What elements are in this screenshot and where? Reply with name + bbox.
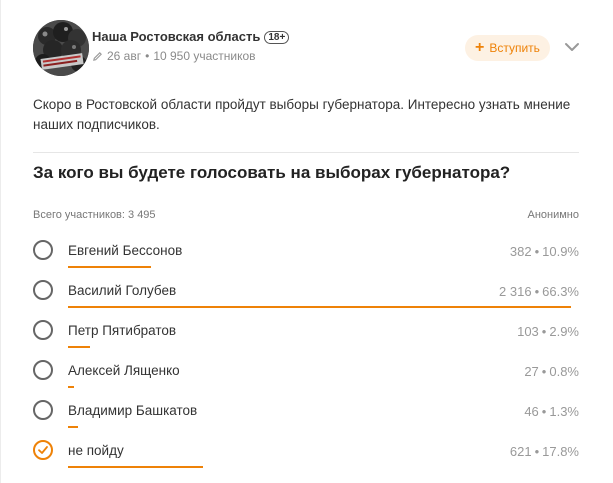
post-date: 26 авг bbox=[107, 49, 142, 63]
radio-button[interactable] bbox=[33, 320, 53, 340]
poll-option[interactable]: Василий Голубев 2 316 • 66.3% bbox=[33, 271, 593, 311]
result-separator: • bbox=[541, 404, 547, 419]
join-button[interactable]: + Вступить bbox=[465, 35, 550, 61]
poll-option-result: 621 • 17.8% bbox=[510, 444, 579, 459]
poll-option[interactable]: Петр Пятибратов 103 • 2.9% bbox=[33, 311, 593, 351]
poll-option[interactable]: Владимир Башкатов 46 • 1.3% bbox=[33, 391, 593, 431]
poll-option-result: 382 • 10.9% bbox=[510, 244, 579, 259]
poll-options: Евгений Бессонов 382 • 10.9% Василий Голубев… bbox=[33, 231, 593, 471]
result-separator: • bbox=[541, 324, 547, 339]
poll-option-result: 27 • 0.8% bbox=[524, 364, 579, 379]
radio-button[interactable] bbox=[33, 400, 53, 420]
result-separator: • bbox=[534, 444, 540, 459]
poll-question: За кого вы будете голосовать на выборах … bbox=[33, 163, 511, 182]
result-separator: • bbox=[541, 364, 547, 379]
radio-button[interactable] bbox=[33, 240, 53, 260]
checkmark-icon bbox=[38, 446, 48, 454]
poll-option-bar bbox=[68, 466, 203, 468]
poll-option-bar bbox=[68, 306, 571, 308]
poll-option-result: 103 • 2.9% bbox=[517, 324, 579, 339]
poll-option[interactable]: Евгений Бессонов 382 • 10.9% bbox=[33, 231, 593, 271]
poll-option[interactable]: Алексей Лященко 27 • 0.8% bbox=[33, 351, 593, 391]
post-meta: 26 авг • 10 950 участников bbox=[92, 49, 256, 63]
poll-option-percent: 0.8% bbox=[549, 364, 579, 379]
avatar-image bbox=[33, 20, 89, 76]
poll-option-label: Алексей Лященко bbox=[68, 363, 180, 378]
poll-option-votes: 27 bbox=[524, 364, 539, 379]
poll-total-participants: Всего участников: 3 495 bbox=[33, 209, 156, 221]
chevron-down-icon[interactable] bbox=[563, 38, 581, 56]
poll-option-percent: 66.3% bbox=[542, 284, 579, 299]
poll-option-votes: 2 316 bbox=[499, 284, 532, 299]
poll-option-label: не пойду bbox=[68, 443, 124, 458]
poll-option-percent: 10.9% bbox=[542, 244, 579, 259]
group-name[interactable]: Наша Ростовская область 18+ bbox=[92, 29, 290, 44]
group-avatar[interactable] bbox=[33, 20, 89, 76]
member-count: 10 950 участников bbox=[153, 49, 256, 63]
post-header: Наша Ростовская область 18+ 26 авг • 10 9… bbox=[33, 20, 593, 80]
plus-icon: + bbox=[475, 39, 485, 56]
group-name-text[interactable]: Наша Ростовская область bbox=[92, 29, 260, 44]
poll-option-percent: 2.9% bbox=[549, 324, 579, 339]
poll-option-label: Петр Пятибратов bbox=[68, 323, 177, 338]
poll-option-label: Евгений Бессонов bbox=[68, 243, 183, 258]
poll-option-label: Владимир Башкатов bbox=[68, 403, 198, 418]
poll-option-bar bbox=[68, 266, 151, 268]
post-card: Наша Ростовская область 18+ 26 авг • 10 9… bbox=[0, 0, 613, 483]
poll-option-result: 2 316 • 66.3% bbox=[499, 284, 579, 299]
result-separator: • bbox=[534, 244, 540, 259]
poll-option-percent: 17.8% bbox=[542, 444, 579, 459]
poll-option-result: 46 • 1.3% bbox=[524, 404, 579, 419]
radio-button[interactable] bbox=[33, 360, 53, 380]
poll-option-votes: 621 bbox=[509, 444, 532, 459]
poll-anonymous-label: Анонимно bbox=[527, 209, 579, 221]
poll-option[interactable]: не пойду 621 • 17.8% bbox=[33, 431, 593, 471]
poll-option-votes: 382 bbox=[509, 244, 532, 259]
pencil-icon bbox=[93, 51, 102, 61]
radio-checked[interactable] bbox=[33, 440, 53, 460]
post-text: Скоро в Ростовской области пройдут выбор… bbox=[33, 97, 571, 132]
poll-option-label: Василий Голубев bbox=[68, 283, 177, 298]
poll-option-votes: 46 bbox=[524, 404, 539, 419]
divider bbox=[33, 152, 579, 153]
age-badge: 18+ bbox=[264, 31, 290, 44]
poll-option-bar bbox=[68, 426, 78, 428]
join-button-label: Вступить bbox=[489, 41, 540, 55]
poll-option-percent: 1.3% bbox=[549, 404, 579, 419]
poll-option-bar bbox=[68, 346, 90, 348]
poll-option-bar bbox=[68, 386, 74, 388]
result-separator: • bbox=[534, 284, 540, 299]
radio-button[interactable] bbox=[33, 280, 53, 300]
poll-option-votes: 103 bbox=[517, 324, 539, 339]
meta-separator: • bbox=[145, 49, 150, 63]
